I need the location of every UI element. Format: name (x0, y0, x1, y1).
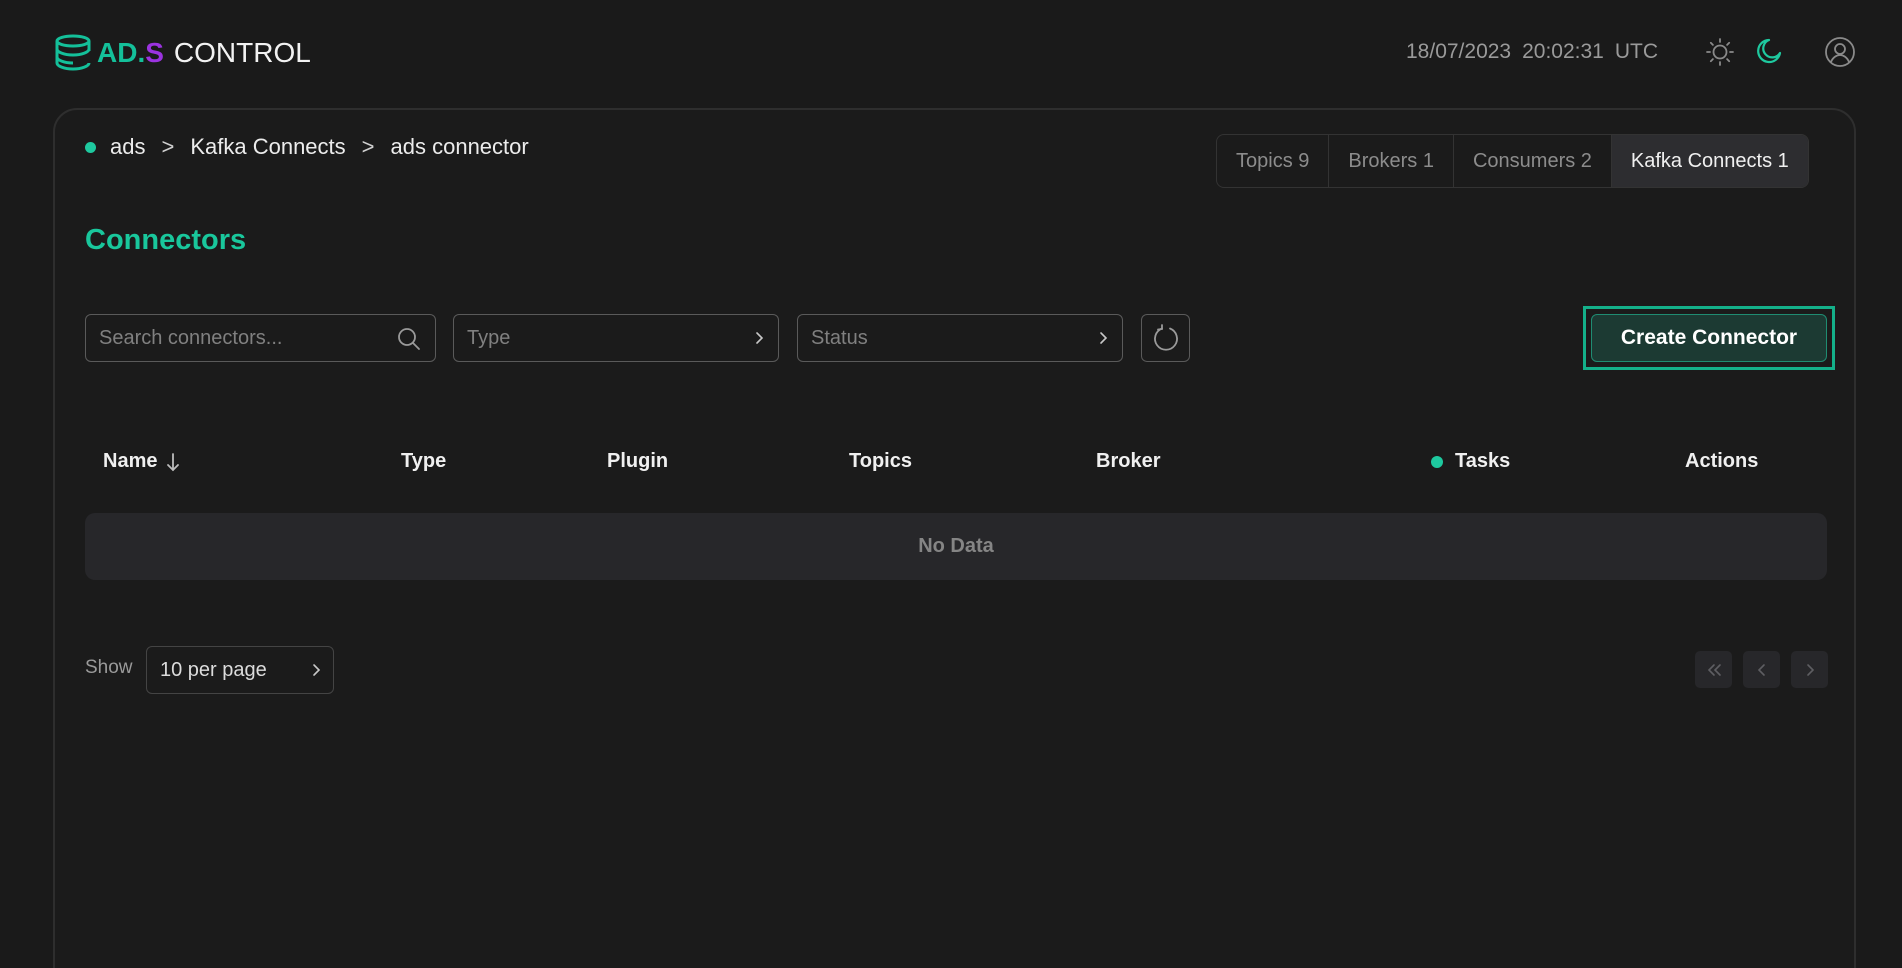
type-filter-placeholder: Type (467, 326, 511, 349)
breadcrumb-current: ads connector (390, 134, 529, 159)
show-label: Show (85, 657, 133, 678)
breadcrumb-cluster[interactable]: ads (110, 134, 145, 160)
chevron-right-icon (756, 332, 764, 344)
search-icon[interactable] (397, 327, 421, 351)
dark-theme-button[interactable] (1752, 36, 1784, 68)
app-header: AD.S CONTROL 18/07/2023 20:02:31 UTC (0, 0, 1902, 104)
create-connector-button[interactable]: Create Connector (1591, 314, 1827, 362)
column-header-name[interactable]: Name (103, 450, 183, 473)
chevron-left-icon (1757, 663, 1765, 676)
page-title: Connectors (85, 224, 247, 256)
create-connector-focus-ring: Create Connector (1583, 306, 1835, 370)
refresh-button[interactable] (1141, 314, 1190, 362)
tab-topics[interactable]: Topics 9 (1217, 135, 1330, 187)
column-header-tasks[interactable]: Tasks (1431, 450, 1510, 473)
previous-page-button[interactable] (1743, 651, 1780, 688)
column-header-broker[interactable]: Broker (1096, 450, 1160, 473)
moon-icon (1757, 38, 1782, 64)
cluster-status-dot (85, 141, 96, 153)
next-page-button[interactable] (1791, 651, 1828, 688)
sort-down-arrow-icon (167, 452, 180, 471)
database-logo-icon (55, 34, 91, 71)
first-page-button[interactable] (1695, 651, 1732, 688)
search-input[interactable] (86, 326, 386, 350)
clock-date: 18/07/2023 (1406, 40, 1512, 63)
column-header-topics[interactable]: Topics (849, 450, 912, 473)
breadcrumb-kafka-connects[interactable]: Kafka Connects (190, 134, 345, 160)
logo-text: AD.S CONTROL (97, 37, 311, 68)
empty-table-message: No Data (85, 513, 1827, 580)
breadcrumb: ads > Kafka Connects > ads connector (85, 134, 529, 160)
status-filter-select[interactable]: Status (797, 314, 1123, 362)
user-profile-button[interactable] (1824, 36, 1856, 68)
refresh-icon (1153, 324, 1178, 351)
server-clock: 18/07/2023 20:02:31 UTC (1406, 40, 1658, 64)
clock-time: 20:02:31 (1522, 40, 1604, 63)
chevron-right-icon (1806, 663, 1814, 676)
column-header-actions: Actions (1685, 450, 1759, 472)
user-icon (1825, 37, 1855, 67)
sun-icon (1706, 38, 1734, 66)
breadcrumb-separator: > (161, 134, 175, 159)
tab-consumers[interactable]: Consumers 2 (1454, 135, 1612, 187)
logo[interactable]: AD.S CONTROL (53, 33, 311, 73)
tasks-status-dot (1431, 455, 1443, 468)
chevron-right-icon (1100, 332, 1108, 344)
tab-brokers[interactable]: Brokers 1 (1329, 135, 1454, 187)
column-header-plugin[interactable]: Plugin (607, 450, 668, 473)
type-filter-select[interactable]: Type (453, 314, 779, 362)
per-page-value: 10 per page (160, 658, 267, 681)
search-box (85, 314, 436, 362)
status-filter-placeholder: Status (811, 326, 868, 349)
cluster-tabs: Topics 9 Brokers 1 Consumers 2 Kafka Con… (1216, 134, 1809, 188)
main-panel: ads > Kafka Connects > ads connector Top… (53, 108, 1856, 968)
column-header-type[interactable]: Type (401, 450, 446, 473)
light-theme-button[interactable] (1704, 36, 1736, 68)
clock-timezone: UTC (1614, 40, 1659, 63)
chevron-right-icon (313, 664, 321, 676)
breadcrumb-separator: > (361, 134, 375, 159)
tab-kafka-connects[interactable]: Kafka Connects 1 (1611, 135, 1808, 187)
per-page-select[interactable]: 10 per page (146, 646, 334, 694)
double-chevron-left-icon (1707, 663, 1721, 676)
